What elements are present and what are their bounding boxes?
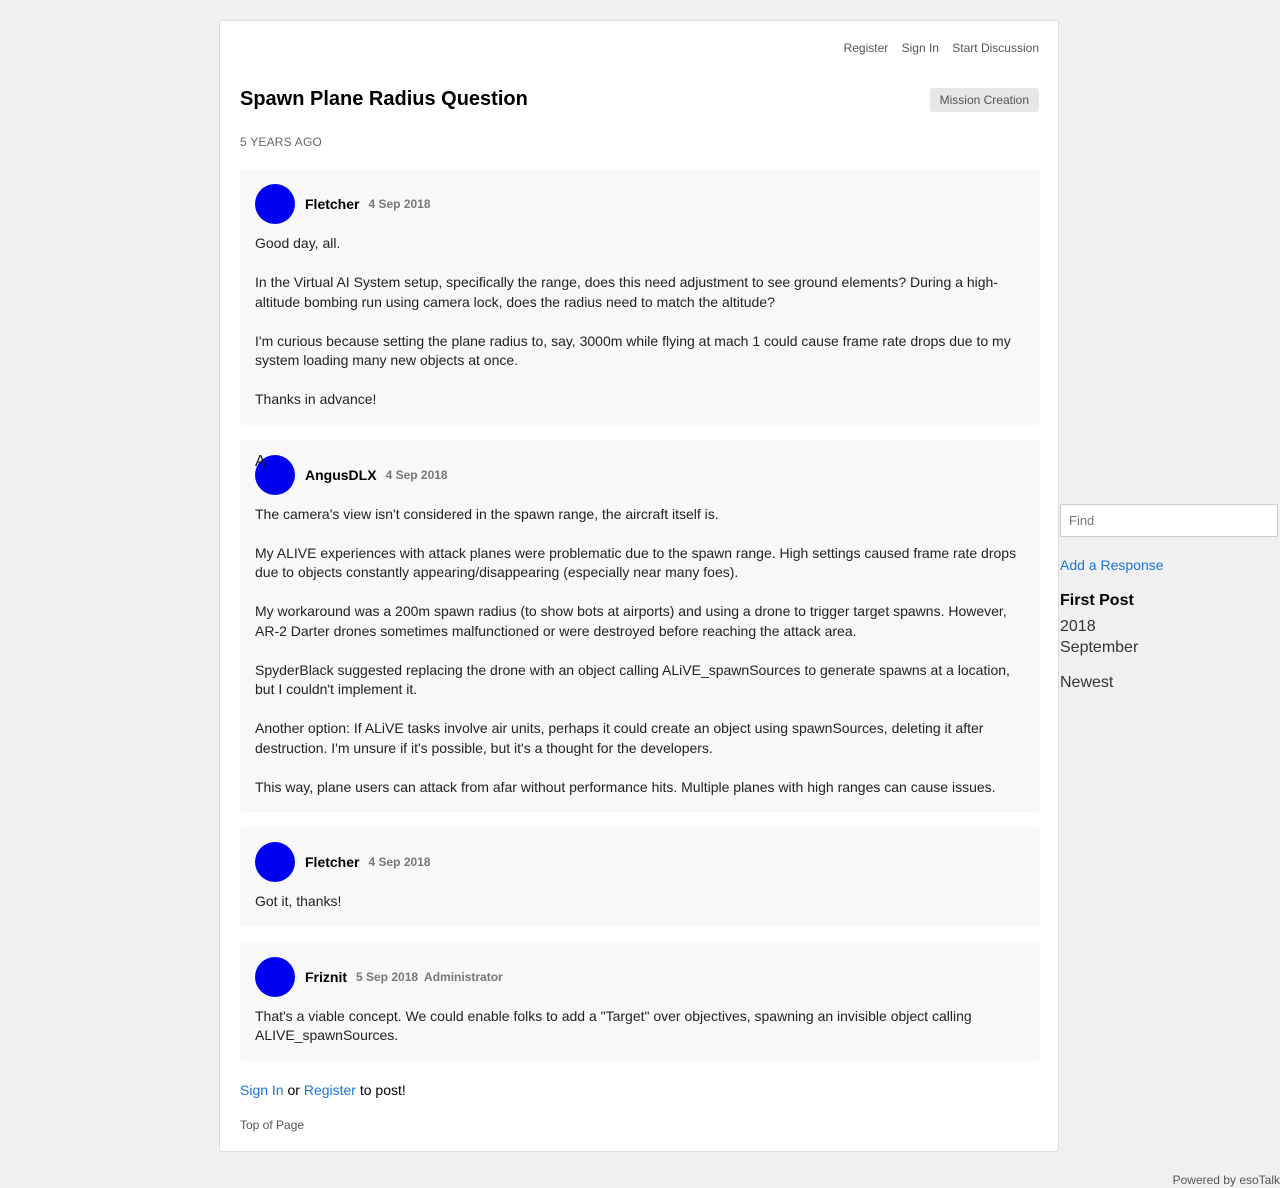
reply-sign-in-link[interactable]: Sign In [240, 1082, 284, 1098]
post-paragraph: The camera's view isn't considered in th… [255, 505, 719, 522]
top-of-page-link[interactable]: Top of Page [240, 1118, 304, 1132]
user-avatar-icon[interactable] [255, 842, 295, 882]
post-paragraph: SpyderBlack suggested replacing the dron… [255, 661, 1010, 698]
post-paragraph: Good day, all. [255, 235, 341, 251]
scrubber-month[interactable]: September [1060, 639, 1278, 657]
conversation-age: 5 YEARS AGO [240, 135, 323, 149]
sidebar: Add a Response First Post 2018 September… [1060, 504, 1278, 692]
avatar-letter: A [255, 452, 266, 470]
post-paragraph: My ALIVE experiences with attack planes … [255, 544, 1017, 581]
post: Friznit 5 Sep 2018 Administrator That's a v… [240, 941, 1040, 1061]
post-author[interactable]: Friznit [305, 969, 347, 985]
post-header: Fletcher 4 Sep 2018 [255, 842, 1025, 882]
scrubber-year[interactable]: 2018 [1060, 618, 1278, 636]
reply-hint: Sign In or Register to post! [240, 1082, 406, 1098]
post-body: The camera's view isn't considered in th… [255, 505, 1025, 798]
post: Fletcher 4 Sep 2018 Got it, thanks! [240, 827, 1040, 927]
post-role-badge: Administrator [424, 969, 503, 984]
post-paragraph: My workaround was a 200m spawn radius (t… [255, 603, 1007, 639]
newest-link[interactable]: Newest [1060, 674, 1278, 692]
post-header: A AngusDLX 4 Sep 2018 [255, 452, 1025, 495]
post-header: Friznit 5 Sep 2018 Administrator [255, 956, 1025, 997]
reply-or-text: or [283, 1082, 304, 1098]
post-body: Good day, all. In the Virtual AI System s… [255, 234, 1025, 410]
page-title: Spawn Plane Radius Question [240, 88, 528, 110]
register-link[interactable]: Register [844, 41, 889, 55]
post-paragraph: In the Virtual AI System setup, specific… [255, 274, 998, 310]
conversation-container: Register Sign In Start Discussion Spawn … [219, 20, 1059, 1152]
post-header: Fletcher 4 Sep 2018 [255, 184, 1025, 224]
post-date[interactable]: 4 Sep 2018 [368, 855, 430, 869]
post-date[interactable]: 5 Sep 2018 [356, 970, 418, 984]
reply-register-link[interactable]: Register [304, 1082, 356, 1098]
post-paragraph: Got it, thanks! [255, 893, 342, 909]
sign-in-link[interactable]: Sign In [902, 41, 939, 55]
channel-badge[interactable]: Mission Creation [929, 88, 1039, 112]
post-list: Fletcher 4 Sep 2018 Good day, all. In the V… [240, 169, 1040, 1076]
reply-suffix-text: to post! [355, 1082, 406, 1098]
add-response-link[interactable]: Add a Response [1060, 557, 1278, 573]
post-author[interactable]: Fletcher [305, 854, 359, 870]
post: A AngusDLX 4 Sep 2018 The camera's view isn… [240, 439, 1040, 812]
post-paragraph: Thanks in advance! [255, 391, 377, 407]
first-post-link[interactable]: First Post [1060, 592, 1278, 610]
start-discussion-link[interactable]: Start Discussion [952, 41, 1039, 55]
user-avatar-icon[interactable]: A [255, 452, 295, 495]
post-paragraph: Another option: If ALiVE tasks involve a… [255, 720, 984, 756]
post-paragraph: I'm curious because setting the plane ra… [255, 332, 1011, 369]
top-nav: Register Sign In Start Discussion [834, 41, 1039, 55]
post-body: Got it, thanks! [255, 892, 1025, 912]
powered-by: Powered by esoTalk [1172, 1173, 1280, 1187]
post: Fletcher 4 Sep 2018 Good day, all. In the V… [240, 169, 1040, 425]
post-author[interactable]: Fletcher [305, 196, 359, 212]
post-date[interactable]: 4 Sep 2018 [368, 197, 430, 211]
user-avatar-icon[interactable] [255, 184, 295, 224]
user-avatar-icon[interactable] [255, 956, 295, 997]
post-body: That's a viable concept. We could enable… [255, 1007, 1025, 1046]
post-paragraph: This way, plane users can attack from af… [255, 778, 996, 795]
post-author[interactable]: AngusDLX [305, 467, 377, 483]
post-date[interactable]: 4 Sep 2018 [386, 468, 448, 482]
post-paragraph: That's a viable concept. We could enable… [255, 1007, 972, 1044]
search-input[interactable] [1060, 504, 1278, 537]
